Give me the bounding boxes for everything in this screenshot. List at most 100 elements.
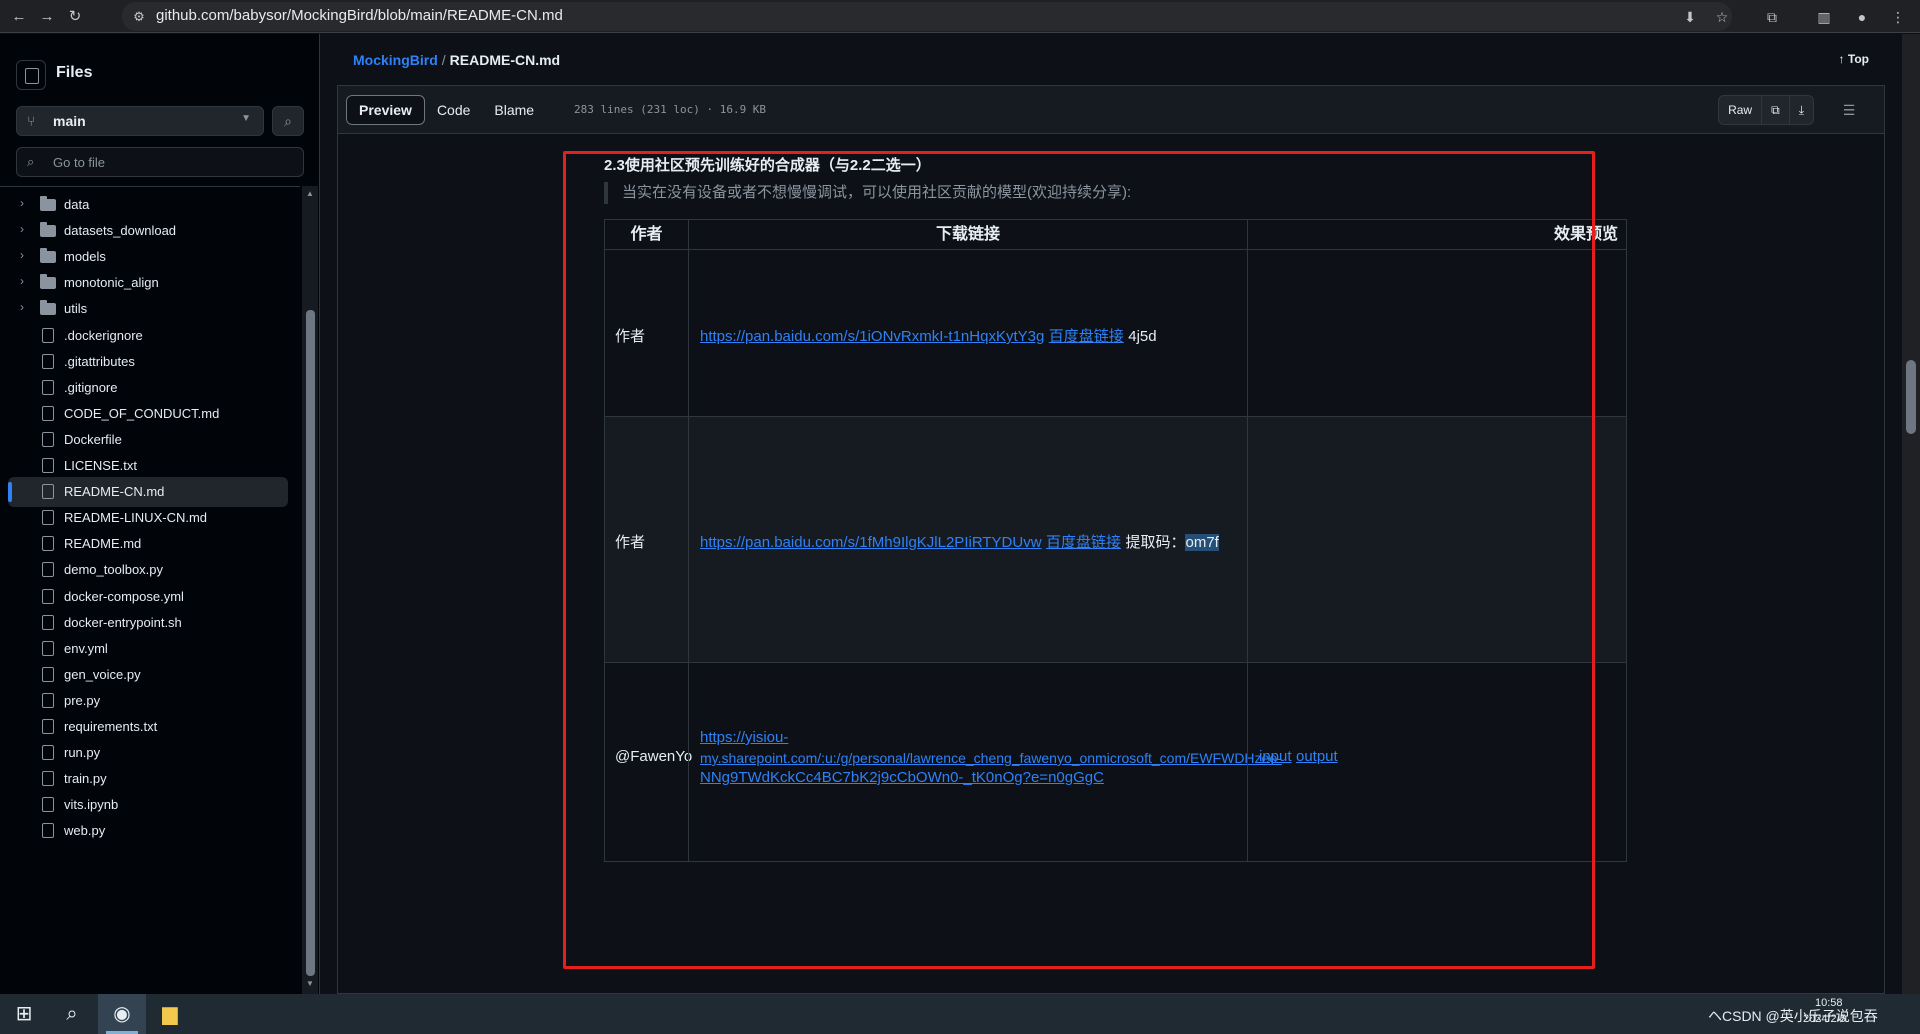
branch-selector[interactable]: ⑂ main ▼ [16,106,264,136]
file-icon [42,692,54,708]
folder-icon [40,248,56,264]
bookmark-star-icon[interactable]: ☆ [1712,7,1732,27]
tree-item-label: monotonic_align [64,275,159,291]
tab-code[interactable]: Code [425,95,482,125]
menu-icon[interactable]: ⋮ [1888,7,1908,27]
chrome-icon[interactable]: ◉ [98,994,146,1034]
sharepoint-link-line[interactable]: https://yisiou- [700,728,1245,748]
tree-item-label: .gitignore [64,379,118,395]
download-icon[interactable]: ⤓ [1790,96,1813,124]
forward-icon[interactable]: → [36,6,58,28]
baidu-link[interactable]: https://pan.baidu.com/s/1iONvRxmkI-t1nHq… [700,328,1044,345]
scroll-up-icon[interactable]: ▲ [306,189,314,198]
copy-icon[interactable]: ⧉ [1762,96,1790,124]
tree-item-label: CODE_OF_CONDUCT.md [64,405,220,421]
back-icon[interactable]: ← [8,6,30,28]
folder-icon [40,300,56,316]
breadcrumb-repo-link[interactable]: MockingBird [353,52,438,68]
install-icon[interactable]: ⬇ [1680,7,1700,27]
tree-file-item[interactable]: demo_toolbox.py [8,555,288,585]
scrollbar-thumb[interactable] [1906,360,1916,434]
file-icon [42,719,54,734]
clock-time[interactable]: 10:58 [1815,997,1843,1009]
sidebar-header: Files ⑂ main ▼ ⌕ ⌕ Go to file [0,34,320,186]
chevron-right-icon[interactable]: › [20,248,24,262]
file-icon [42,666,54,682]
search-icon: ⌕ [27,154,35,169]
back-to-top-button[interactable]: ↑ Top [1839,52,1869,66]
collapse-panel-icon[interactable] [16,60,46,90]
sidebar-scrollbar[interactable]: ▲ ▼ [302,186,318,994]
download-cell: https://pan.baidu.com/s/1iONvRxmkI-t1nHq… [688,249,1248,417]
file-icon [42,405,54,421]
tree-folder-item[interactable]: › utils [8,294,288,324]
baidu-link-label[interactable]: 百度盘链接 [1046,534,1121,551]
search-icon[interactable]: ⌕ [272,106,304,136]
tree-item-label: requirements.txt [64,719,158,734]
sharepoint-link-line[interactable]: my.sharepoint.com/:u:/g/personal/lawrenc… [700,748,1282,768]
tree-item-label: models [64,249,106,265]
table-header-preview: 效果预览 [1247,219,1627,250]
site-info-icon[interactable]: ⚙ [128,6,150,28]
tree-item-label: gen_voice.py [64,666,141,682]
page-scrollbar[interactable] [1902,34,1920,994]
chevron-right-icon[interactable]: › [20,274,24,288]
download-cell: https://yisiou- my.sharepoint.com/:u:/g/… [688,662,1282,862]
search-icon[interactable]: ⌕ [48,994,96,1034]
profile-icon[interactable]: ● [1852,7,1872,27]
url-text[interactable]: github.com/babysor/MockingBird/blob/main… [156,7,563,24]
tree-item-label: LICENSE.txt [64,458,137,473]
side-panel-icon[interactable]: ▥ [1814,7,1834,27]
windows-start-icon[interactable]: ⊞ [0,994,48,1034]
extensions-icon[interactable]: ⧉ [1762,7,1782,27]
tree-item-label: pre.py [64,692,101,708]
breadcrumb: MockingBird / README-CN.md [353,52,560,68]
baidu-link-label[interactable]: 百度盘链接 [1049,328,1124,345]
tree-item-label: vits.ipynb [64,797,119,813]
file-icon [42,353,54,369]
folder-icon [40,274,56,290]
file-icon [42,458,54,473]
sharepoint-link-line[interactable]: NNg9TWdKckCc4BC7bK2j9cCbOWn0-_tK0nOg?e=n… [700,768,1245,788]
go-to-file-input[interactable]: ⌕ Go to file [16,147,304,177]
author-cell: 作者 [615,328,646,345]
file-icon [42,562,54,578]
file-icon [42,771,54,787]
tree-item-label: train.py [64,771,107,787]
tree-item-label: demo_toolbox.py [64,562,164,578]
tree-item-label: docker-compose.yml [64,588,184,604]
raw-button[interactable]: Raw [1719,96,1763,124]
breadcrumb-file: README-CN.md [449,52,561,68]
table-row: @FawenYo [604,662,692,862]
baidu-link[interactable]: https://pan.baidu.com/s/1fMh9IlgKJlL2PIi… [700,534,1042,551]
file-explorer-icon[interactable]: ▆ [146,994,194,1034]
chevron-right-icon[interactable]: › [20,300,24,314]
file-meta: 283 lines (231 loc) · 16.9 KB [574,103,767,116]
chevron-right-icon[interactable]: › [20,196,24,210]
scrollbar-thumb[interactable] [306,310,315,976]
preview-output-link[interactable]: output [1296,748,1338,765]
tab-blame[interactable]: Blame [482,95,546,125]
file-viewer: MockingBird / README-CN.md ↑ Top Preview C… [321,34,1901,994]
extract-code-label: 提取码： [1125,534,1186,551]
tree-item-label: utils [64,301,88,317]
scroll-down-icon[interactable]: ▼ [306,979,314,988]
preview-cell [1247,416,1627,663]
download-cell: https://pan.baidu.com/s/1fMh9IlgKJlL2PIi… [688,416,1248,663]
table-header-download: 下载链接 [688,219,1248,250]
system-tray[interactable]: ヘCSDN @英小乐子说包吞 [1708,1006,1878,1026]
tab-preview[interactable]: Preview [346,95,425,125]
table-row: 作者 [604,249,689,417]
chevron-right-icon[interactable]: › [20,222,24,236]
extract-code-selected: om7f [1185,534,1219,551]
outline-icon[interactable]: ☰ [1834,95,1864,125]
tree-item-label: README.md [64,536,142,552]
tree-file-item[interactable]: web.py [8,816,288,846]
tree-item-label: README-CN.md [64,484,165,500]
reload-icon[interactable]: ↻ [64,6,86,28]
folder-icon [40,222,56,238]
section-heading: 2.3使用社区预先训练好的合成器（与2.2二选一） [604,157,931,174]
clock-date[interactable]: 2024/2/5 [1803,1013,1846,1025]
tree-item-label: .gitattributes [64,353,135,369]
preview-input-link[interactable]: input [1259,748,1292,765]
